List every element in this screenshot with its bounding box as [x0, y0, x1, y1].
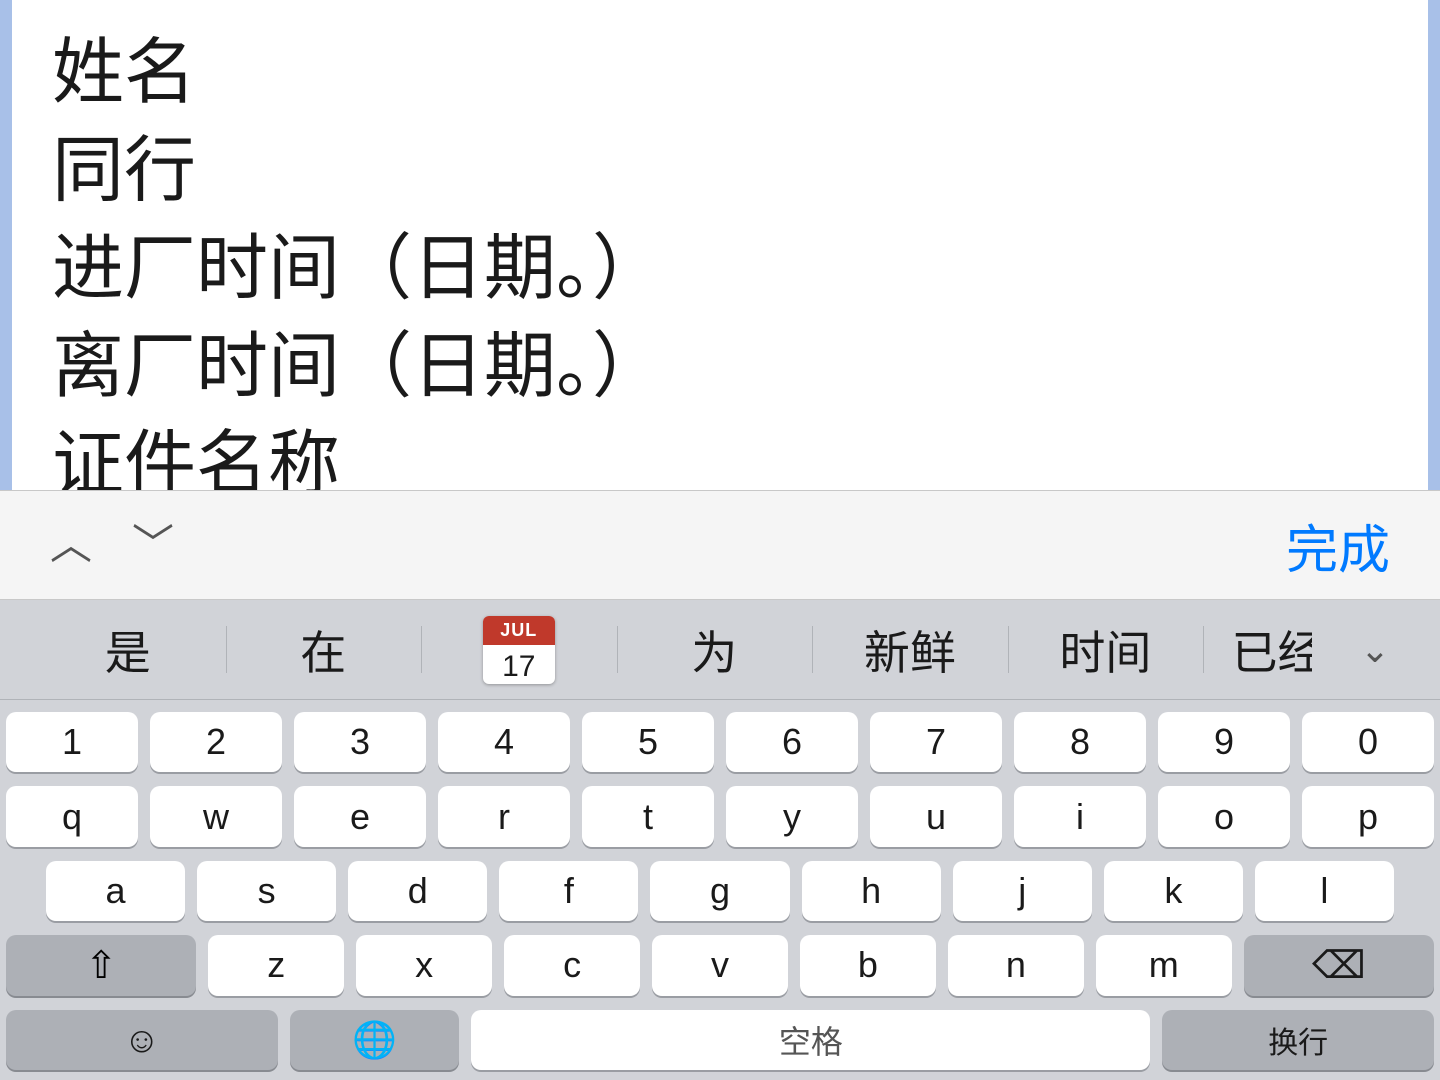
key-7[interactable]: 7 [870, 712, 1002, 772]
predictive-item-shijian[interactable]: 时间 [1008, 617, 1204, 683]
key-s[interactable]: s [197, 861, 336, 921]
key-h[interactable]: h [802, 861, 941, 921]
key-d[interactable]: d [348, 861, 487, 921]
language-button[interactable]: 🌐 [290, 1010, 460, 1070]
predictive-bar: 是 在 JUL 17 为 新鲜 时间 已经 ⌄ [0, 600, 1440, 700]
calendar-day: 17 [502, 645, 535, 684]
key-u[interactable]: u [870, 786, 1002, 846]
key-a[interactable]: a [46, 861, 185, 921]
keyboard-row-qwerty: q w e r t y u i o p [6, 786, 1434, 846]
list-item-name[interactable]: 姓名 [52, 28, 1388, 118]
key-2[interactable]: 2 [150, 712, 282, 772]
key-q[interactable]: q [6, 786, 138, 846]
predictive-item-zai[interactable]: 在 [226, 617, 422, 683]
key-6[interactable]: 6 [726, 712, 858, 772]
key-y[interactable]: y [726, 786, 858, 846]
emoji-icon: ☺ [123, 1019, 160, 1061]
key-f[interactable]: f [499, 861, 638, 921]
key-i[interactable]: i [1014, 786, 1146, 846]
key-5[interactable]: 5 [582, 712, 714, 772]
key-3[interactable]: 3 [294, 712, 426, 772]
predictive-item-yi[interactable]: 已经 [1203, 617, 1340, 683]
key-w[interactable]: w [150, 786, 282, 846]
key-t[interactable]: t [582, 786, 714, 846]
key-m[interactable]: m [1096, 935, 1232, 995]
key-r[interactable]: r [438, 786, 570, 846]
key-k[interactable]: k [1104, 861, 1243, 921]
predictive-item-wei[interactable]: 为 [617, 617, 813, 683]
prev-button[interactable]: ︿ [50, 524, 92, 566]
key-j[interactable]: j [953, 861, 1092, 921]
predictive-item-shi[interactable]: 是 [30, 617, 226, 683]
key-l[interactable]: l [1255, 861, 1394, 921]
list-item-companion[interactable]: 同行 [52, 126, 1388, 216]
language-icon: 🌐 [352, 1019, 397, 1061]
list-content: 姓名 同行 进厂时间（日期。） 离厂时间（日期。） 证件名称 证件号码 [12, 0, 1428, 490]
chevron-down-icon: ⌄ [1360, 629, 1390, 671]
key-1[interactable]: 1 [6, 712, 138, 772]
key-z[interactable]: z [208, 935, 344, 995]
key-p[interactable]: p [1302, 786, 1434, 846]
key-c[interactable]: c [504, 935, 640, 995]
keyboard-row-zxcv: ⇧ z x c v b n m ⌫ [6, 935, 1434, 995]
keyboard-row-numbers: 1 2 3 4 5 6 7 8 9 0 [6, 712, 1434, 772]
emoji-button[interactable]: ☺ [6, 1010, 278, 1070]
calendar-month: JUL [483, 616, 555, 645]
predictive-more-button[interactable]: ⌄ [1340, 629, 1410, 671]
done-button[interactable]: 完成 [1286, 508, 1390, 583]
keyboard-row-asdf: a s d f g h j k l [6, 861, 1434, 921]
predictive-item-calendar[interactable]: JUL 17 [421, 616, 617, 684]
key-x[interactable]: x [356, 935, 492, 995]
right-border [1428, 0, 1440, 490]
toolbar-nav: ︿ ﹀ [50, 524, 174, 566]
toolbar: ︿ ﹀ 完成 [0, 490, 1440, 600]
key-g[interactable]: g [650, 861, 789, 921]
space-button[interactable]: 空格 [471, 1010, 1150, 1070]
calendar-icon: JUL 17 [483, 616, 555, 684]
key-9[interactable]: 9 [1158, 712, 1290, 772]
key-4[interactable]: 4 [438, 712, 570, 772]
key-o[interactable]: o [1158, 786, 1290, 846]
shift-icon: ⇧ [85, 943, 117, 988]
shift-button[interactable]: ⇧ [6, 935, 196, 995]
key-b[interactable]: b [800, 935, 936, 995]
key-0[interactable]: 0 [1302, 712, 1434, 772]
return-button[interactable]: 换行 [1162, 1010, 1434, 1070]
delete-button[interactable]: ⌫ [1244, 935, 1434, 995]
list-item-cert-name[interactable]: 证件名称 [52, 420, 1388, 490]
keyboard-area: 1 2 3 4 5 6 7 8 9 0 q w e r t y u i o p … [0, 700, 1440, 1080]
delete-icon: ⌫ [1312, 943, 1366, 988]
key-v[interactable]: v [652, 935, 788, 995]
predictive-item-xinxian[interactable]: 新鲜 [812, 617, 1008, 683]
key-e[interactable]: e [294, 786, 426, 846]
left-border [0, 0, 12, 490]
keyboard-row-bottom: ☺ 🌐 空格 换行 [6, 1010, 1434, 1070]
content-area: 姓名 同行 进厂时间（日期。） 离厂时间（日期。） 证件名称 证件号码 [0, 0, 1440, 490]
key-8[interactable]: 8 [1014, 712, 1146, 772]
key-n[interactable]: n [948, 935, 1084, 995]
next-button[interactable]: ﹀ [132, 524, 174, 566]
list-item-entry-time[interactable]: 进厂时间（日期。） [52, 224, 1388, 314]
list-item-exit-time[interactable]: 离厂时间（日期。） [52, 322, 1388, 412]
